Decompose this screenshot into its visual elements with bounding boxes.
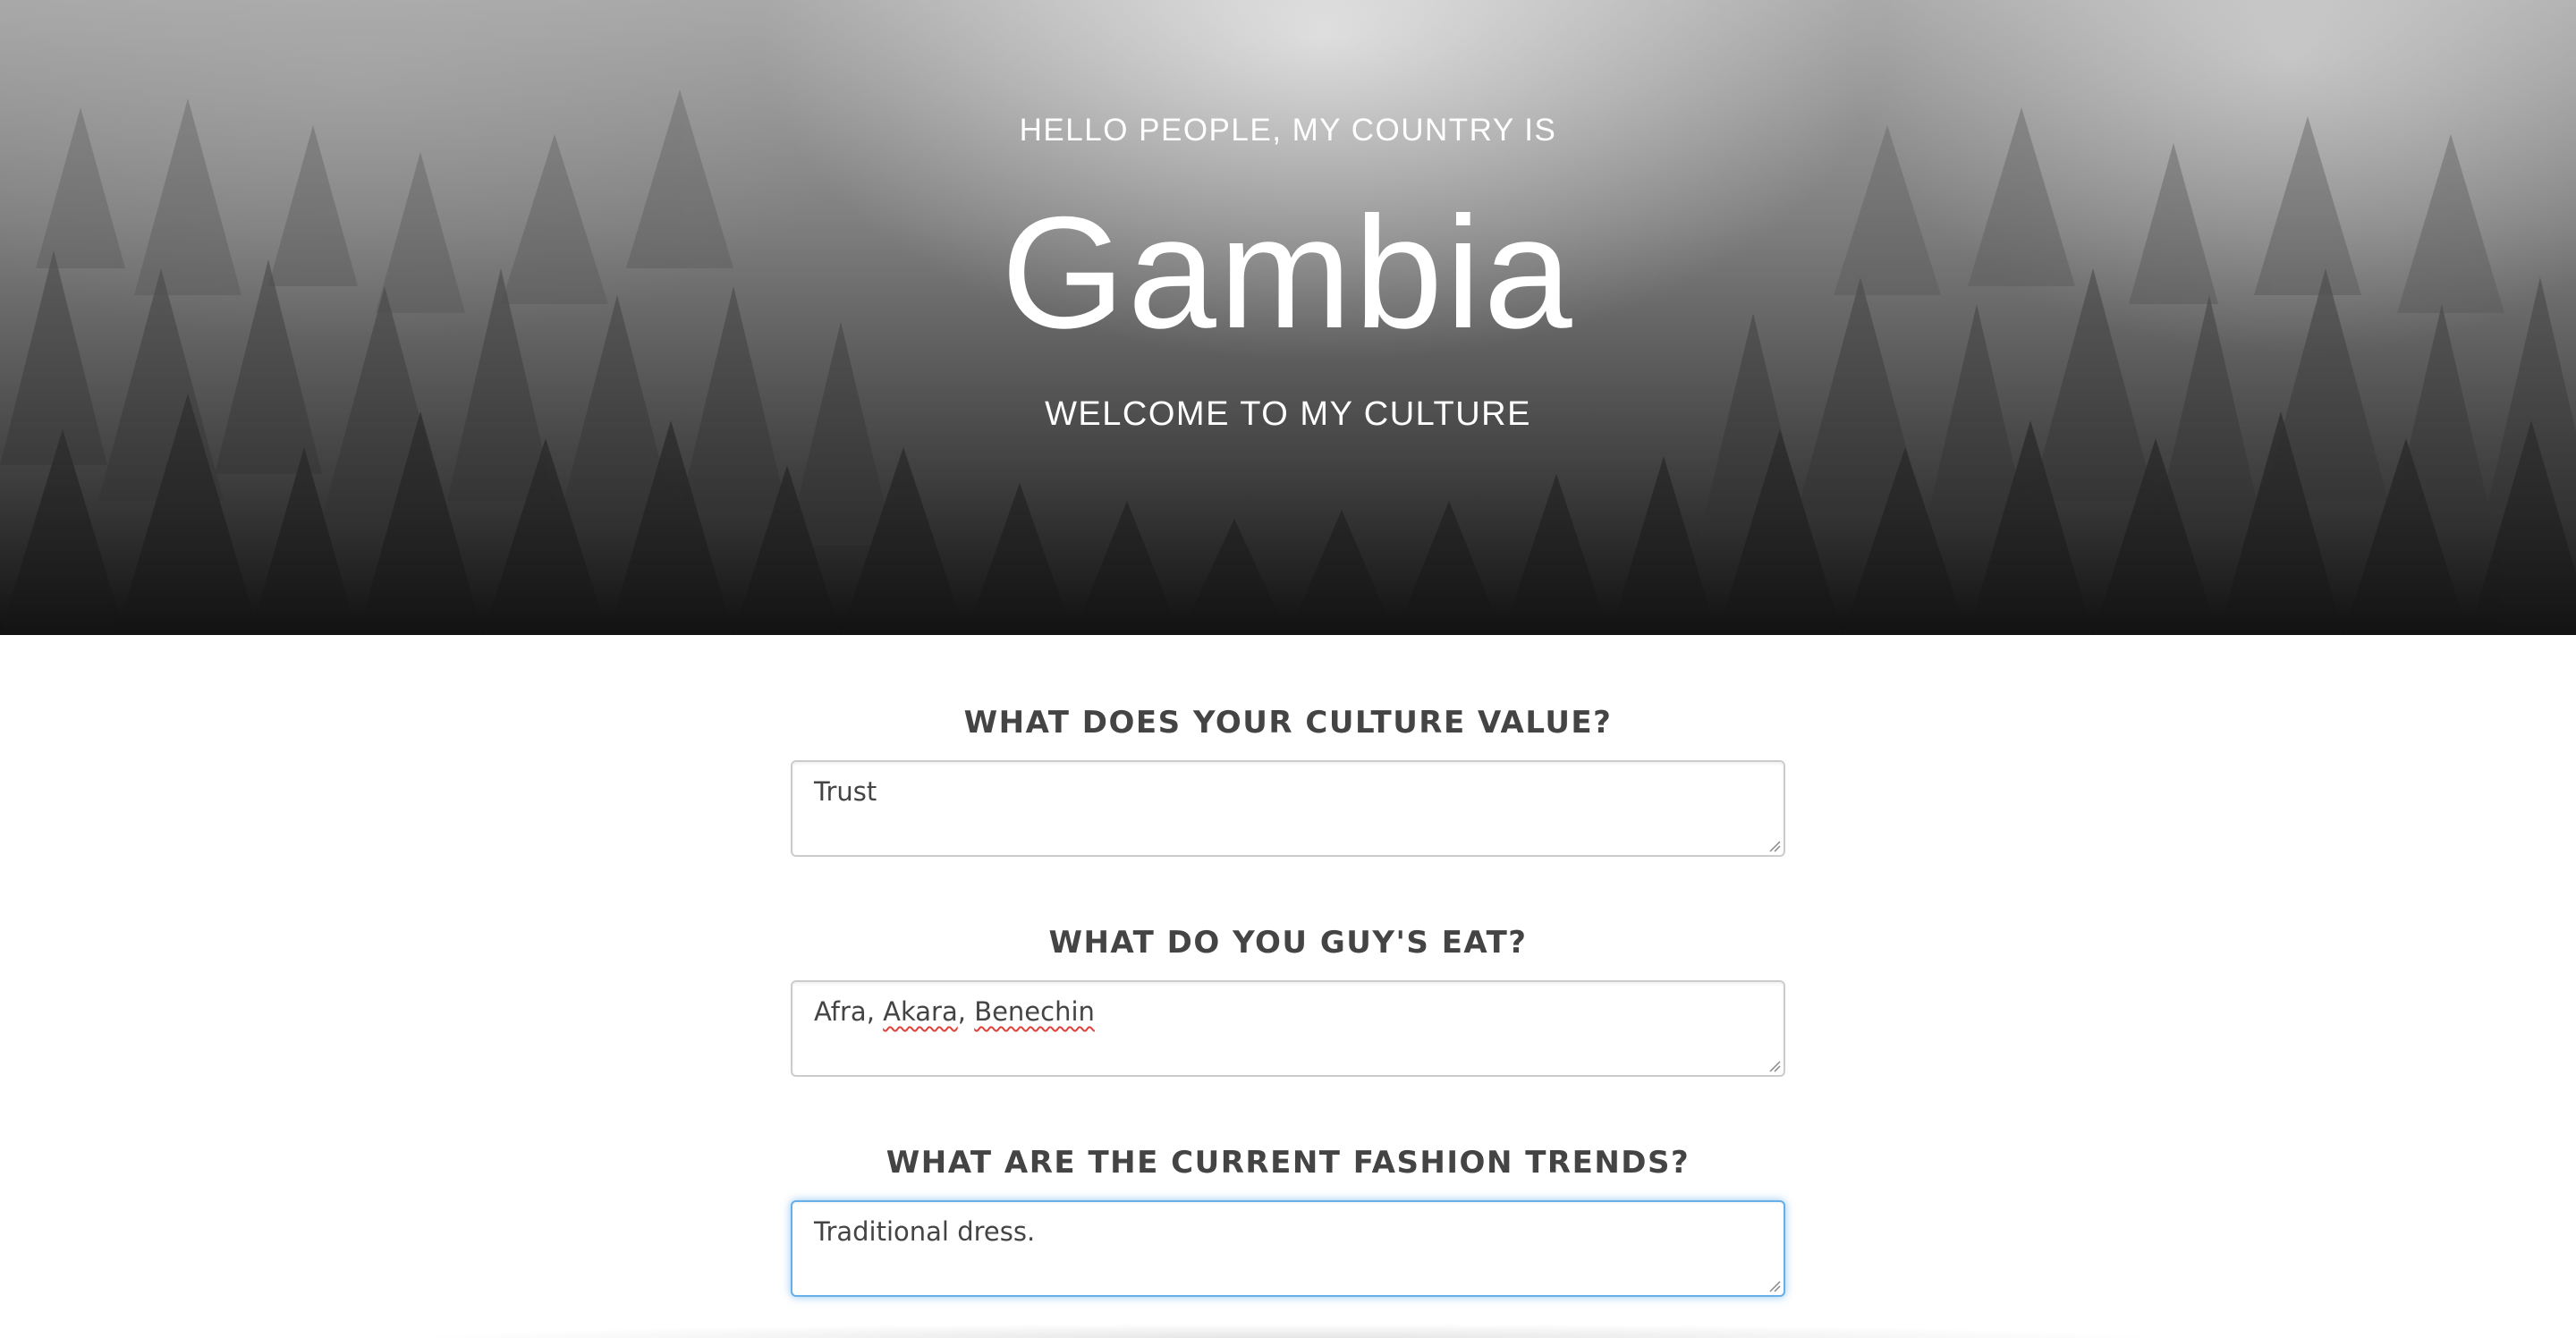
culture-form: WHAT DOES YOUR CULTURE VALUE? Trust WHAT… xyxy=(0,635,2576,1338)
question-food: WHAT DO YOU GUY'S EAT? Afra, Akara, Bene… xyxy=(791,923,1785,1077)
hero-subtitle: WELCOME TO MY CULTURE xyxy=(1045,395,1531,433)
hero-banner: HELLO PEOPLE, MY COUNTRY IS Gambia WELCO… xyxy=(0,0,2576,635)
country-title: Gambia xyxy=(1001,183,1575,361)
resize-handle-icon[interactable] xyxy=(1768,1060,1781,1072)
misspelled-word: Benechin xyxy=(974,996,1095,1027)
culture-value-textarea[interactable]: Trust xyxy=(791,760,1785,857)
food-textarea[interactable]: Afra, Akara, Benechin xyxy=(791,980,1785,1077)
fashion-textarea[interactable]: Traditional dress. xyxy=(791,1200,1785,1297)
resize-handle-icon[interactable] xyxy=(1768,840,1781,852)
textarea-value: Trust xyxy=(814,776,877,807)
hero-kicker: HELLO PEOPLE, MY COUNTRY IS xyxy=(1019,113,1557,148)
hero-content: HELLO PEOPLE, MY COUNTRY IS Gambia WELCO… xyxy=(0,0,2576,635)
question-label: WHAT DOES YOUR CULTURE VALUE? xyxy=(963,705,1613,741)
misspelled-word: Akara xyxy=(883,996,958,1027)
question-label: WHAT DO YOU GUY'S EAT? xyxy=(1048,925,1528,961)
question-culture-value: WHAT DOES YOUR CULTURE VALUE? Trust xyxy=(791,703,1785,857)
question-label: WHAT ARE THE CURRENT FASHION TRENDS? xyxy=(886,1145,1690,1181)
textarea-value: Traditional dress. xyxy=(814,1216,1036,1247)
resize-handle-icon[interactable] xyxy=(1768,1280,1781,1292)
question-fashion: WHAT ARE THE CURRENT FASHION TRENDS? Tra… xyxy=(791,1143,1785,1297)
textarea-value: Afra, Akara, Benechin xyxy=(814,996,1095,1027)
section-shadow xyxy=(197,1320,2379,1338)
